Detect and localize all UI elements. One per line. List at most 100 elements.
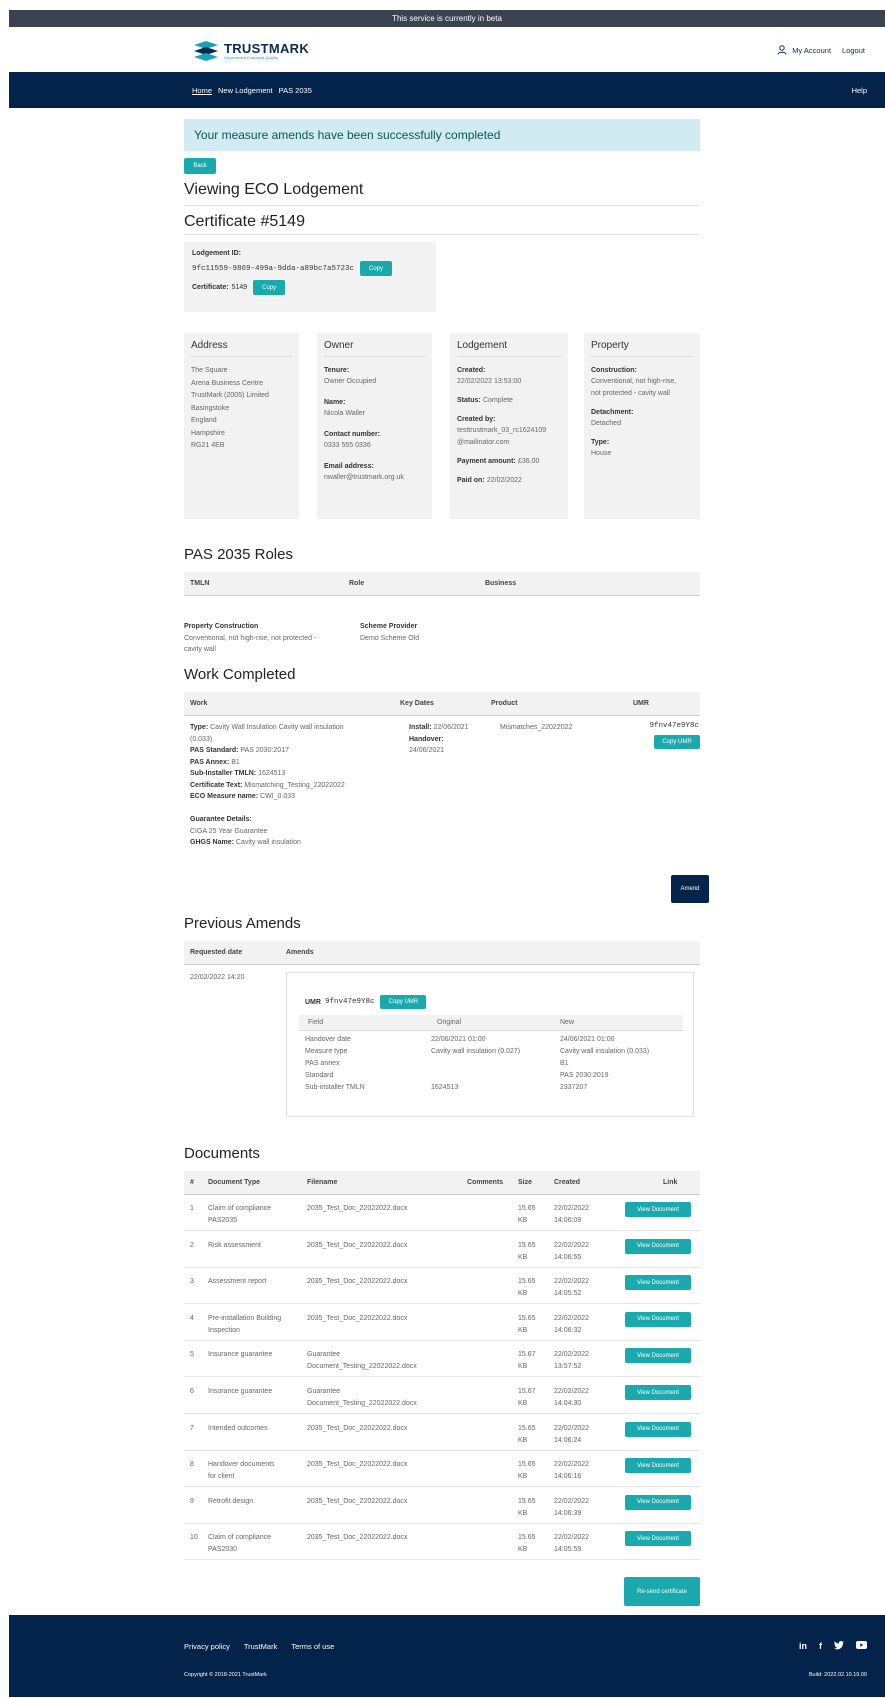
view-document-button[interactable]: View Document [625,1531,691,1547]
document-row: 2 Risk assessment 2035_Test_Doc_22022022.d… [184,1232,700,1268]
amends-table-header: Requested date Amends [184,941,700,965]
email-label: Email address: [324,463,374,470]
documents-table-header: # Document Type Filename Comments Size C… [184,1171,700,1195]
handover-label: Handover: [409,735,444,743]
view-document-button[interactable]: View Document [625,1494,691,1510]
nav-home[interactable]: Home [192,86,212,95]
copy-lodgement-id-button[interactable]: Copy [360,261,393,276]
copy-certificate-button[interactable]: Copy [253,280,286,295]
document-row: 5 Insurance guarantee Guarantee Document_Te… [184,1341,700,1378]
doc-created: 22/02/2022 [554,1497,590,1505]
view-document-button[interactable]: View Document [625,1348,691,1364]
nav-pas-2035[interactable]: PAS 2035 [279,86,312,95]
doc-size: KB [518,1546,528,1554]
twitter-icon[interactable] [834,1641,844,1652]
footer-terms-link[interactable]: Terms of use [291,1642,334,1651]
documents-title: Documents [184,1145,260,1162]
payment-label: Payment amount: [457,458,516,465]
address-line: The Square [191,367,228,374]
amend-new: B1 [560,1060,569,1067]
nav-help[interactable]: Help [852,86,867,95]
key-dates: Install: 22/06/2021 Handover: 24/06/2021 [409,722,469,757]
linkedin-icon[interactable]: in [799,1641,807,1652]
doc-type: PAS2035 [208,1217,238,1224]
status-value: Complete [482,397,513,404]
col-business: Business [485,580,517,587]
footer-trustmark-link[interactable]: TrustMark [244,1642,277,1651]
eco-measure-value: CWI_0.033 [260,793,296,800]
address-line: TrustMark (2005) Limited [191,392,269,399]
footer-privacy-link[interactable]: Privacy policy [184,1642,230,1651]
view-document-button[interactable]: View Document [625,1311,691,1327]
col-requested-date: Requested date [190,949,243,956]
doc-size: KB [518,1290,528,1298]
owner-card: Owner Tenure: Owner Occupied Name: Nicol… [317,333,432,519]
doc-size: 15.65 [518,1241,536,1249]
doc-type: PAS2030 [208,1546,238,1554]
doc-number: 9 [190,1497,194,1505]
document-row: 8 Handover documents for client 2035_Test_D… [184,1451,700,1488]
scheme-provider-label: Scheme Provider [360,623,418,630]
view-document-button[interactable]: View Document [625,1238,691,1254]
my-account-link[interactable]: My Account [792,46,831,55]
social-links: in f [799,1641,867,1652]
col-document-type: Document Type [208,1179,260,1186]
work-type-value: (0.033) [190,735,213,743]
doc-filename: 2035_Test_Doc_22022022.docx [307,1461,408,1469]
view-document-button[interactable]: View Document [625,1421,691,1437]
divider [184,205,700,206]
amend-button[interactable]: Amend [671,875,709,903]
document-row: 6 Insurance guarantee Guarantee Document_Te… [184,1378,700,1414]
doc-created: 14:06:32 [554,1326,582,1334]
amend-sub-header: Field Original New [299,1015,683,1031]
property-construction-value: Conventional, not high-rise, not protect… [184,634,317,642]
document-row: 7 Intended outcomes 2035_Test_Doc_22022022… [184,1415,700,1451]
trustmark-logo[interactable]: TRUSTMARK Government Endorsed Quality [192,39,309,61]
view-document-button[interactable]: View Document [625,1385,691,1400]
address-line: Arena Business Centre [191,379,263,387]
resend-certificate-button[interactable]: Re-send certificate [624,1577,700,1606]
roles-title: PAS 2035 Roles [184,546,293,563]
col-number: # [190,1179,194,1186]
doc-filename: 2035_Test_Doc_22022022.docx [307,1241,408,1249]
view-document-button[interactable]: View Document [625,1275,691,1291]
amend-copy-umr-button[interactable]: Copy UMR [380,995,427,1009]
logout-link[interactable]: Logout [842,46,865,55]
install-value: 22/06/2021 [433,724,469,731]
col-filename: Filename [307,1179,338,1186]
col-field: Field [308,1019,324,1026]
col-tmln: TMLN [190,580,210,587]
copy-umr-button[interactable]: Copy UMR [654,735,700,749]
name-value: Nicola Waller [324,410,365,417]
back-button[interactable]: Back [184,158,216,174]
view-document-button[interactable]: View Document [625,1202,691,1217]
scheme-provider: Scheme Provider Demo Scheme Old [360,621,419,644]
view-document-button[interactable]: View Document [625,1458,691,1474]
amend-row: Sub-installer TMLN 1624513 2337207 [305,1084,685,1096]
amend-row: PAS annex B1 [305,1060,685,1072]
ghgs-value: Cavity wall insulation [235,839,301,846]
doc-created: 14:06:09 [554,1217,582,1224]
youtube-icon[interactable] [856,1641,867,1652]
doc-created: 14:06:55 [554,1253,582,1261]
type-label: Type: [591,439,610,446]
doc-type: Claim of compliance [208,1534,272,1542]
address-line: RG21 4EB [191,442,225,449]
ghgs-label: GHGS Name: [190,839,234,846]
doc-filename: Document_Testing_22022022.docx [307,1363,417,1371]
nav-new-lodgement[interactable]: New Lodgement [218,86,273,95]
doc-type: Assessment report [208,1278,267,1286]
doc-number: 5 [190,1351,194,1359]
doc-size: 15.65 [518,1534,536,1542]
amend-field: Standard [305,1072,334,1079]
col-work: Work [190,700,208,707]
document-row: 4 Pre-installation Building Inspection 2035… [184,1305,700,1341]
doc-type: Insurance guarantee [208,1388,273,1395]
doc-type: Pre-installation Building [208,1314,282,1322]
facebook-icon[interactable]: f [819,1641,822,1652]
doc-number: 7 [190,1424,194,1432]
page-frame: This service is currently in beta TRUSTM… [9,10,885,1698]
doc-created: 14:06:39 [554,1509,582,1517]
logo-title: TRUSTMARK [224,40,310,56]
document-row: 3 Assessment report 2035_Test_Doc_22022022… [184,1268,700,1305]
